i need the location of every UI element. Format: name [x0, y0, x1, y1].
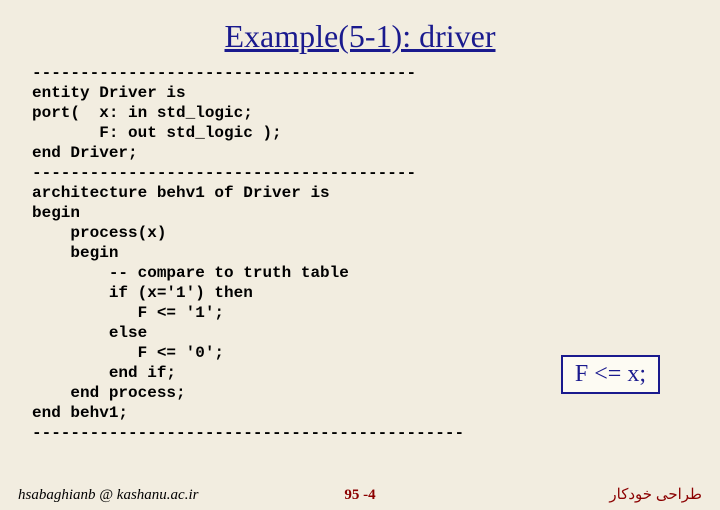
footer-course-title: طراحی خودکار — [609, 485, 702, 504]
slide-title: Example(5-1): driver — [0, 0, 720, 63]
callout-box: F <= x; — [561, 355, 660, 394]
